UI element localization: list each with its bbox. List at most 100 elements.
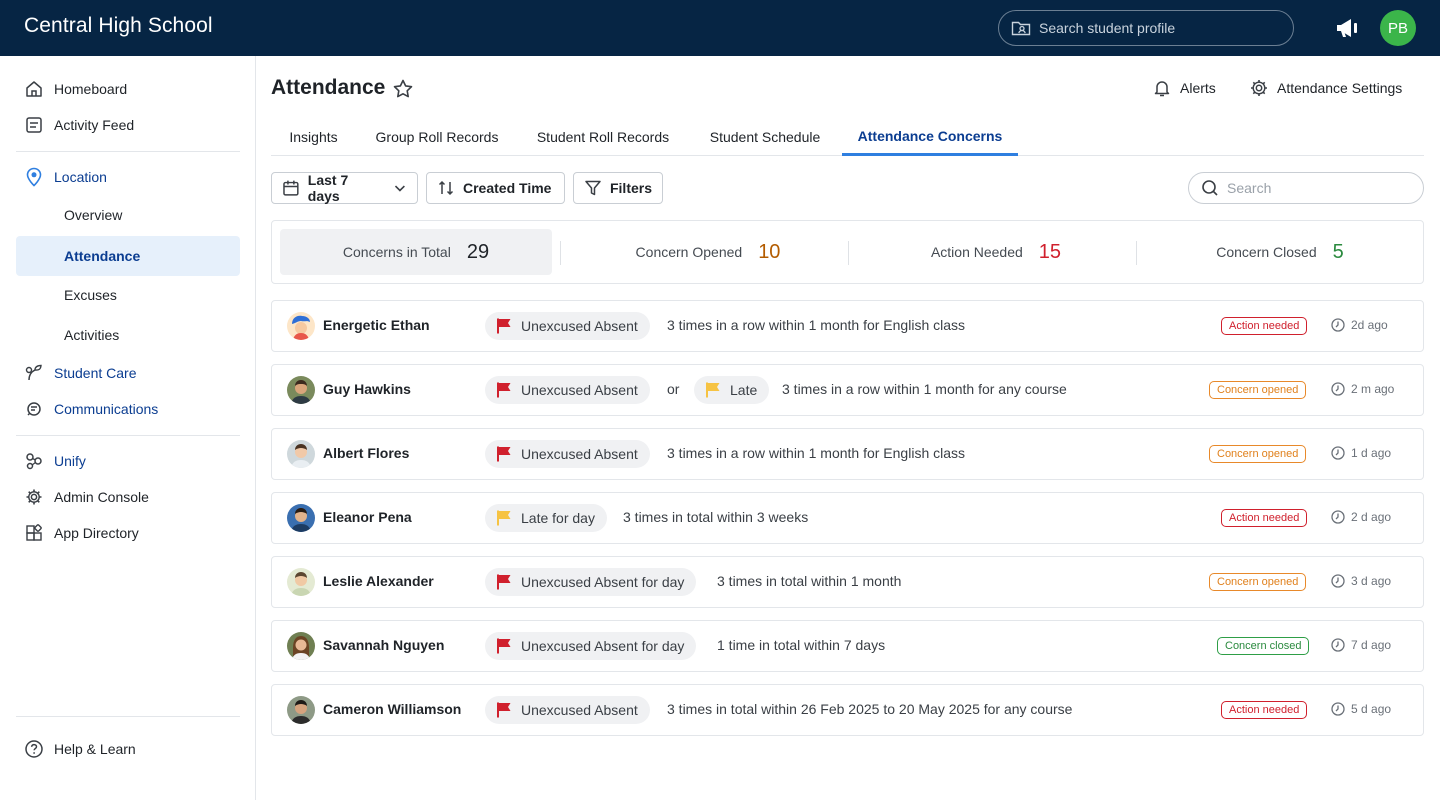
concern-description: 3 times in total within 1 month	[717, 573, 902, 589]
concern-row[interactable]: Albert Flores Unexcused Absent 3 times i…	[271, 428, 1424, 480]
concern-row[interactable]: Cameron Williamson Unexcused Absent 3 ti…	[271, 684, 1424, 736]
tab-insights[interactable]: Insights	[271, 120, 356, 156]
sidebar-item-activity-feed[interactable]: Activity Feed	[16, 109, 240, 141]
student-name[interactable]: Energetic Ethan	[323, 317, 430, 333]
sidebar-item-unify[interactable]: Unify	[16, 445, 240, 477]
sidebar-subitem-attendance[interactable]: Attendance	[16, 236, 240, 276]
sidebar-item-communications[interactable]: Communications	[16, 393, 240, 425]
concern-search-input[interactable]: Search	[1188, 172, 1424, 204]
sidebar-divider	[16, 151, 240, 152]
filters-button[interactable]: Filters	[573, 172, 663, 204]
attendance-settings-button[interactable]: Attendance Settings	[1249, 78, 1402, 98]
concern-row[interactable]: Savannah Nguyen Unexcused Absent for day…	[271, 620, 1424, 672]
sidebar-subitem-overview[interactable]: Overview	[16, 195, 240, 235]
summary-action-needed[interactable]: Action Needed 15	[856, 229, 1136, 275]
summary-opened[interactable]: Concern Opened 10	[568, 229, 848, 275]
status-badge: Concern opened	[1209, 381, 1307, 399]
concern-description: 3 times in a row within 1 month for Engl…	[667, 317, 966, 333]
concern-description: 3 times in total within 3 weeks	[623, 509, 809, 525]
sidebar-item-admin-console[interactable]: Admin Console	[16, 481, 240, 513]
sidebar-item-location[interactable]: Location	[16, 161, 240, 193]
sidebar: Homeboard Activity Feed Location Overvie…	[0, 56, 256, 800]
tab-student-roll-records[interactable]: Student Roll Records	[518, 120, 688, 156]
concern-joiner: or	[667, 381, 680, 397]
unify-icon	[24, 451, 44, 471]
concern-type-chip: Unexcused Absent	[485, 376, 650, 404]
concern-time: 2d ago	[1331, 318, 1388, 332]
concern-time-label: 5 d ago	[1351, 702, 1392, 716]
summary-total[interactable]: Concerns in Total 29	[280, 229, 552, 275]
student-avatar	[287, 376, 315, 404]
sort-button[interactable]: Created Time	[426, 172, 565, 204]
sidebar-item-label: Help & Learn	[54, 741, 136, 757]
summary-divider	[560, 241, 561, 265]
concern-row[interactable]: Leslie Alexander Unexcused Absent for da…	[271, 556, 1424, 608]
concern-type-chip: Unexcused Absent for day	[485, 632, 697, 660]
sidebar-item-student-care[interactable]: Student Care	[16, 357, 240, 389]
concern-time: 1 d ago	[1331, 446, 1391, 460]
status-badge: Concern closed	[1217, 637, 1310, 655]
clock-icon	[1331, 382, 1345, 396]
summary-label: Concern Opened	[635, 244, 743, 260]
date-range-dropdown[interactable]: Last 7 days	[271, 172, 418, 204]
concern-type-label: Unexcused Absent	[521, 318, 638, 334]
concern-type-chip: Unexcused Absent	[485, 440, 650, 468]
concern-type-label: Late	[730, 382, 758, 398]
concern-time-label: 3 d ago	[1351, 574, 1392, 588]
user-avatar[interactable]: PB	[1380, 10, 1416, 46]
student-name[interactable]: Albert Flores	[323, 445, 409, 461]
concern-time: 2 m ago	[1331, 382, 1394, 396]
sidebar-item-label: App Directory	[54, 525, 139, 541]
student-name[interactable]: Leslie Alexander	[323, 573, 434, 589]
star-icon[interactable]	[392, 78, 414, 100]
sidebar-divider	[16, 435, 240, 436]
concern-type-label: Unexcused Absent for day	[521, 638, 685, 654]
concern-description: 3 times in a row within 1 month for Engl…	[667, 445, 966, 461]
summary-value: 5	[1332, 240, 1344, 263]
school-title: Central High School	[24, 14, 213, 37]
student-name[interactable]: Eleanor Pena	[323, 509, 412, 525]
summary-divider	[848, 241, 849, 265]
sidebar-item-app-directory[interactable]: App Directory	[16, 517, 240, 549]
tab-attendance-concerns[interactable]: Attendance Concerns	[842, 120, 1018, 156]
summary-closed[interactable]: Concern Closed 5	[1144, 229, 1416, 275]
concern-row[interactable]: Eleanor Pena Late for day 3 times in tot…	[271, 492, 1424, 544]
concern-description: 3 times in a row within 1 month for any …	[782, 381, 1067, 397]
top-bar: Central High School Search student profi…	[0, 0, 1440, 56]
student-profile-search[interactable]: Search student profile	[998, 10, 1294, 46]
tab-group-roll-records[interactable]: Group Roll Records	[356, 120, 518, 156]
bell-icon	[1154, 81, 1170, 97]
clock-icon	[1331, 446, 1345, 460]
sidebar-subitem-excuses[interactable]: Excuses	[16, 275, 240, 315]
tab-student-schedule[interactable]: Student Schedule	[688, 120, 842, 156]
student-name[interactable]: Guy Hawkins	[323, 381, 411, 397]
concern-summary: Concerns in Total 29 Concern Opened 10 A…	[271, 220, 1424, 284]
sidebar-item-label: Unify	[54, 453, 86, 469]
concern-time: 3 d ago	[1331, 574, 1391, 588]
concern-row[interactable]: Guy Hawkins Unexcused Absent or Late 3 t…	[271, 364, 1424, 416]
sort-icon	[438, 180, 454, 196]
summary-label: Action Needed	[930, 244, 1023, 260]
sidebar-subitem-activities[interactable]: Activities	[16, 315, 240, 355]
app-grid-icon	[24, 523, 44, 543]
location-pin-icon	[24, 167, 44, 187]
concern-type-chip: Late for day	[485, 504, 607, 532]
megaphone-icon[interactable]	[1334, 16, 1360, 40]
gear-icon	[24, 487, 44, 507]
sidebar-item-help-learn[interactable]: Help & Learn	[16, 733, 240, 765]
page-title: Attendance	[271, 76, 386, 99]
red-flag-icon	[497, 318, 511, 334]
status-badge: Action needed	[1221, 509, 1308, 527]
concern-row[interactable]: Energetic Ethan Unexcused Absent 3 times…	[271, 300, 1424, 352]
concern-description: 3 times in total within 26 Feb 2025 to 2…	[667, 701, 1073, 717]
sidebar-item-label: Communications	[54, 401, 159, 417]
alerts-button[interactable]: Alerts	[1152, 78, 1216, 98]
alerts-label: Alerts	[1180, 80, 1216, 96]
concern-time: 2 d ago	[1331, 510, 1391, 524]
red-flag-icon	[497, 638, 511, 654]
sidebar-item-homeboard[interactable]: Homeboard	[16, 73, 240, 105]
red-flag-icon	[497, 702, 511, 718]
student-name[interactable]: Cameron Williamson	[323, 701, 461, 717]
summary-value: 29	[466, 240, 490, 263]
student-name[interactable]: Savannah Nguyen	[323, 637, 444, 653]
